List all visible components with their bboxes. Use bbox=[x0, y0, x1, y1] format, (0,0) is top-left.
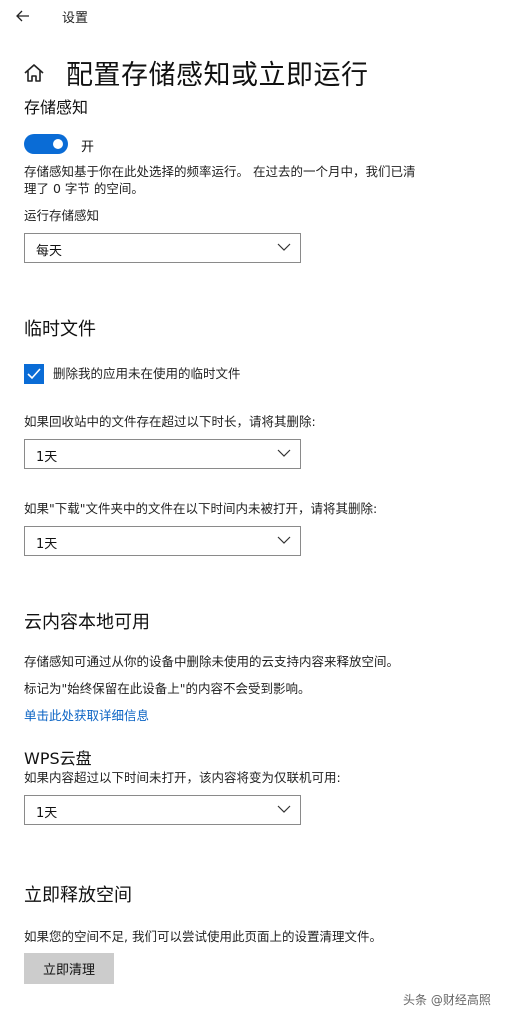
cloud-provider-label: 如果内容超过以下时间未打开，该内容将变为仅联机可用: bbox=[24, 770, 341, 785]
dropdown-value: 1天 bbox=[36, 450, 58, 465]
clean-now-button[interactable]: 立即清理 bbox=[24, 953, 114, 984]
toggle-state-label: 开 bbox=[81, 140, 95, 155]
cloud-provider-heading: WPS云盘 bbox=[24, 749, 92, 768]
dropdown-value: 1天 bbox=[36, 537, 58, 552]
downloads-dropdown[interactable]: 1天 bbox=[24, 526, 301, 556]
cloud-desc-line1: 存储感知可通过从你的设备中删除未使用的云支持内容来释放空间。 bbox=[24, 654, 400, 669]
free-space-heading: 立即释放空间 bbox=[24, 885, 132, 906]
chevron-down-icon bbox=[277, 449, 291, 457]
checkmark-icon bbox=[27, 368, 41, 380]
downloads-label: 如果"下载"文件夹中的文件在以下时间内未被打开，请将其删除: bbox=[24, 501, 378, 516]
delete-temp-files-checkbox[interactable] bbox=[24, 364, 44, 384]
delete-temp-files-label: 删除我的应用未在使用的临时文件 bbox=[53, 366, 241, 381]
dropdown-value: 每天 bbox=[36, 244, 63, 259]
recycle-bin-label: 如果回收站中的文件存在超过以下时长，请将其删除: bbox=[24, 414, 316, 429]
cloud-desc-line2: 标记为"始终保留在此设备上"的内容不会受到影响。 bbox=[24, 681, 311, 696]
run-frequency-dropdown[interactable]: 每天 bbox=[24, 233, 301, 263]
chevron-down-icon bbox=[277, 536, 291, 544]
storage-sense-toggle[interactable] bbox=[24, 134, 68, 154]
chevron-down-icon bbox=[277, 243, 291, 251]
toggle-knob bbox=[53, 139, 63, 149]
storage-sense-heading: 存储感知 bbox=[24, 98, 89, 117]
learn-more-link[interactable]: 单击此处获取详细信息 bbox=[24, 706, 149, 726]
cloud-content-heading: 云内容本地可用 bbox=[24, 612, 150, 633]
page-title: 配置存储感知或立即运行 bbox=[66, 60, 369, 91]
storage-sense-desc-line2: 理了 0 字节 的空间。 bbox=[24, 181, 144, 196]
window-title: 设置 bbox=[62, 11, 89, 26]
back-arrow-icon bbox=[16, 10, 29, 22]
dropdown-value: 1天 bbox=[36, 806, 58, 821]
run-storage-sense-label: 运行存储感知 bbox=[24, 208, 100, 223]
cloud-provider-dropdown[interactable]: 1天 bbox=[24, 795, 301, 825]
watermark: 头条 @财经高照 bbox=[403, 993, 491, 1007]
chevron-down-icon bbox=[277, 805, 291, 813]
free-space-desc: 如果您的空间不足, 我们可以尝试使用此页面上的设置清理文件。 bbox=[24, 929, 382, 944]
back-button[interactable] bbox=[10, 4, 36, 28]
recycle-bin-dropdown[interactable]: 1天 bbox=[24, 439, 301, 469]
temp-files-heading: 临时文件 bbox=[24, 319, 96, 340]
home-icon bbox=[24, 64, 44, 82]
